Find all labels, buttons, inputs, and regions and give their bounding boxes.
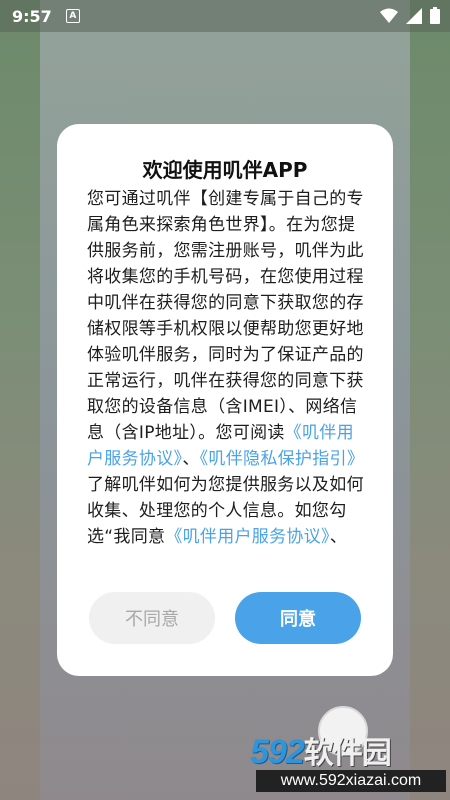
body-text-4: 、	[329, 527, 348, 547]
status-icons	[380, 7, 440, 24]
dialog-title: 欢迎使用叽伴APP	[142, 158, 308, 182]
privacy-policy-link[interactable]: 《叽伴隐私保护指引》	[200, 449, 365, 469]
user-agreement-link-2[interactable]: 《叽伴用户服务协议》	[165, 527, 330, 547]
status-time: 9:57	[12, 6, 52, 26]
battery-icon	[430, 7, 440, 24]
privacy-dialog: 欢迎使用叽伴APP 您可通过叽伴【创建专属于自己的专属角色来探索角色世界】。在为…	[57, 124, 393, 676]
signal-icon	[406, 7, 422, 24]
dialog-body[interactable]: 您可通过叽伴【创建专属于自己的专属角色来探索角色世界】。在为您提供服务前，您需注…	[87, 186, 365, 566]
notification-icon: A	[65, 9, 80, 23]
status-bar: 9:57 A	[0, 0, 450, 32]
watermark: 592软件园 www.592xiazai.com	[250, 728, 450, 796]
agree-button[interactable]: 同意	[235, 592, 361, 644]
disagree-button[interactable]: 不同意	[89, 592, 215, 644]
wifi-icon	[380, 8, 398, 23]
body-text-1: 您可通过叽伴【创建专属于自己的专属角色来探索角色世界】。在为您提供服务前，您需注…	[87, 189, 364, 443]
body-text-2: 、	[182, 449, 200, 469]
watermark-logo: 592软件园	[250, 733, 392, 771]
watermark-url: www.592xiazai.com	[256, 770, 446, 792]
